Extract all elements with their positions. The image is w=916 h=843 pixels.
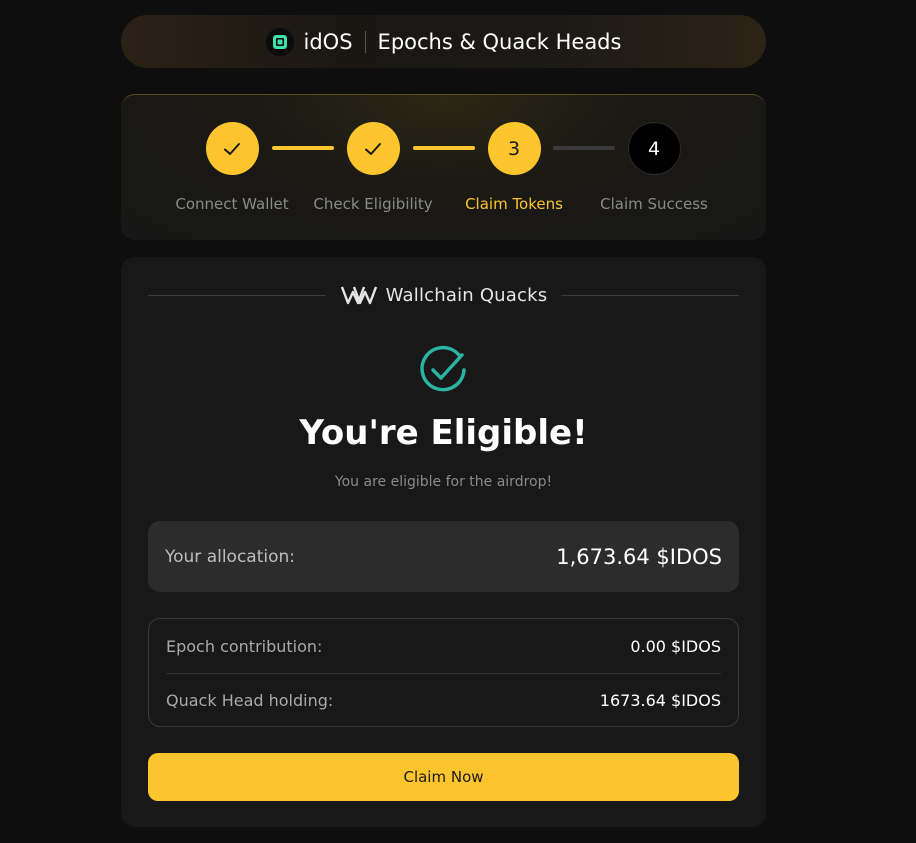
step-label: Check Eligibility (313, 195, 433, 213)
partner-name: Wallchain Quacks (385, 284, 548, 306)
step-number: 4 (627, 122, 681, 175)
check-circle-icon (420, 345, 466, 392)
breakdown-value: 0.00 $IDOS (630, 636, 721, 656)
progress-stepper: Connect Wallet Check Eligibility 3 Claim… (121, 94, 766, 240)
header-subtitle: Epochs & Quack Heads (377, 29, 622, 54)
step-check-eligibility: Check Eligibility (303, 122, 443, 213)
wallchain-logo-icon (340, 286, 377, 305)
step-claim-tokens: 3 Claim Tokens (444, 122, 584, 213)
step-label: Claim Tokens (465, 195, 563, 213)
allocation-value: 1,673.64 $IDOS (556, 544, 722, 569)
check-icon (224, 142, 240, 155)
step-label: Claim Success (600, 195, 708, 213)
result-title: You're Eligible! (299, 413, 588, 453)
allocation-breakdown: Epoch contribution: 0.00 $IDOS Quack Hea… (148, 618, 739, 727)
app-header: idOS Epochs & Quack Heads (121, 15, 766, 68)
allocation-label: Your allocation: (165, 546, 296, 567)
breakdown-label: Quack Head holding: (166, 691, 334, 710)
check-icon (365, 142, 381, 155)
result-description: You are eligible for the airdrop! (334, 474, 553, 490)
step-connect-wallet: Connect Wallet (162, 122, 302, 213)
idos-logo-icon (265, 27, 294, 56)
breakdown-row: Quack Head holding: 1673.64 $IDOS (166, 673, 721, 727)
claim-now-button[interactable]: Claim Now (148, 753, 739, 801)
eligibility-card: Wallchain Quacks You're Eligible! You ar… (121, 257, 766, 827)
step-number: 3 (487, 122, 541, 175)
step-done-indicator (346, 122, 400, 175)
breakdown-row: Epoch contribution: 0.00 $IDOS (166, 619, 721, 673)
step-claim-success: 4 Claim Success (584, 122, 724, 213)
brand-name: idOS (303, 29, 353, 54)
partner-brand: Wallchain Quacks (326, 284, 562, 306)
allocation-box: Your allocation: 1,673.64 $IDOS (148, 521, 739, 592)
header-divider (364, 30, 366, 53)
partner-header: Wallchain Quacks (148, 281, 739, 309)
breakdown-value: 1673.64 $IDOS (599, 691, 721, 710)
step-done-indicator (205, 122, 259, 175)
breakdown-label: Epoch contribution: (166, 636, 323, 656)
divider-line (561, 294, 739, 296)
divider-line (148, 294, 326, 296)
step-label: Connect Wallet (175, 195, 289, 213)
